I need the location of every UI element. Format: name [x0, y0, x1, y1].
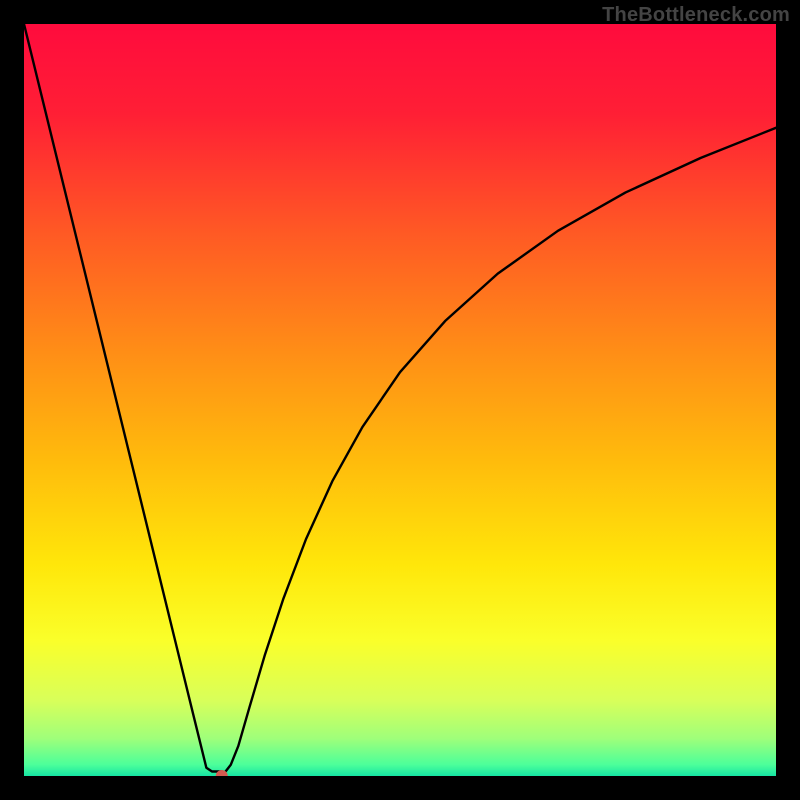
chart-frame: TheBottleneck.com [0, 0, 800, 800]
gradient-background [24, 24, 776, 776]
plot-svg [24, 24, 776, 776]
plot-area [24, 24, 776, 776]
